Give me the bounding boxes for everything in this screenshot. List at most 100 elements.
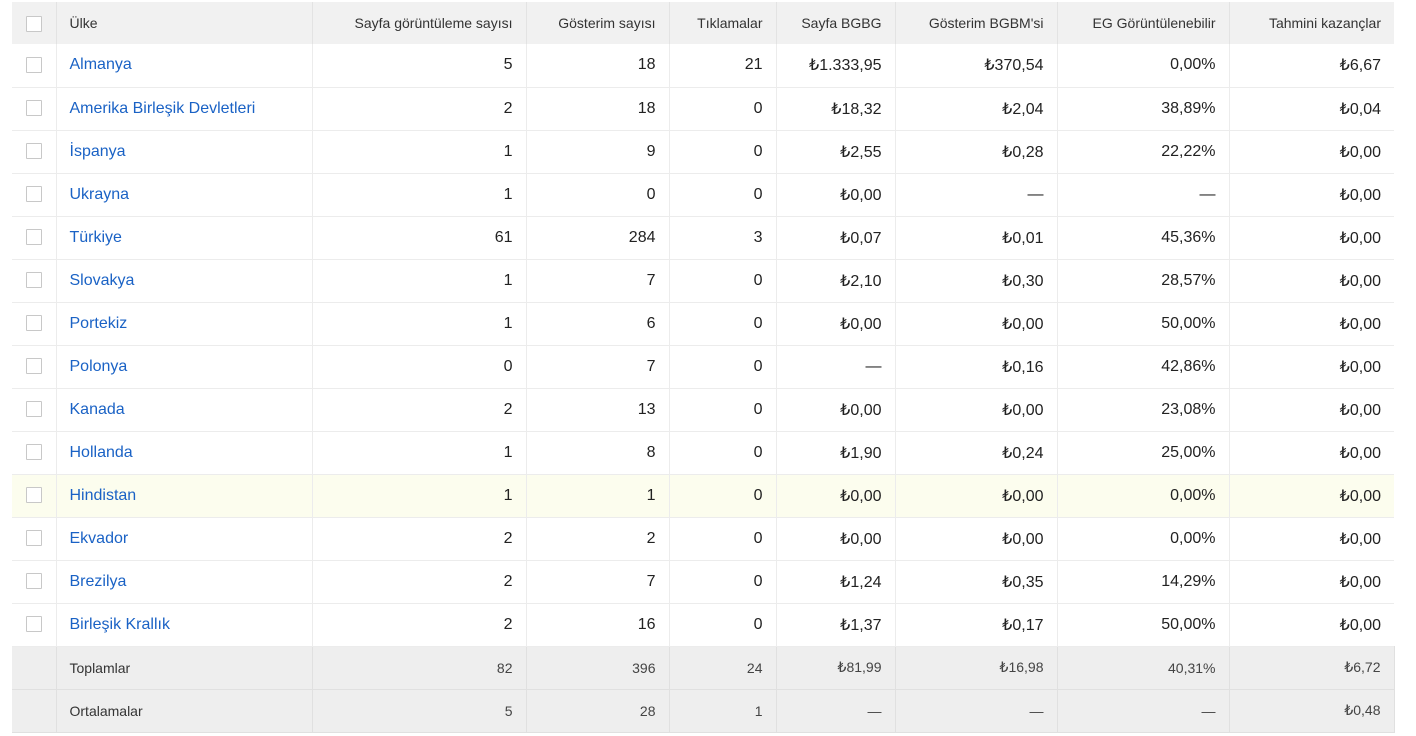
table-row[interactable]: Ekvador 2 2 0 ₺0,00 ₺0,00 0,00% ₺0,00	[12, 517, 1394, 560]
row-checkbox-cell[interactable]	[12, 216, 57, 259]
country-link[interactable]: Slovakya	[70, 272, 135, 289]
country-link[interactable]: Ekvador	[70, 530, 129, 547]
column-header-earnings[interactable]: Tahmini kazançlar	[1229, 2, 1394, 44]
table-row[interactable]: Türkiye 61 284 3 ₺0,07 ₺0,01 45,36% ₺0,00	[12, 216, 1394, 259]
column-header-impressions[interactable]: Gösterim sayısı	[526, 2, 670, 44]
column-header-clicks[interactable]: Tıklamalar	[669, 2, 777, 44]
table-row[interactable]: Kanada 2 13 0 ₺0,00 ₺0,00 23,08% ₺0,00	[12, 388, 1394, 431]
row-checkbox[interactable]	[25, 229, 42, 246]
column-header-page-views[interactable]: Sayfa görüntüleme sayısı	[312, 2, 527, 44]
row-checkbox-cell[interactable]	[12, 259, 57, 302]
cell-impressions: 284	[526, 216, 670, 259]
table-row[interactable]: Hollanda 1 8 0 ₺1,90 ₺0,24 25,00% ₺0,00	[12, 431, 1394, 474]
row-checkbox-cell[interactable]	[12, 603, 57, 646]
row-checkbox-cell[interactable]	[12, 474, 57, 517]
row-checkbox-cell[interactable]	[12, 130, 57, 173]
table-row[interactable]: Ukrayna 1 0 0 ₺0,00— — ₺0,00	[12, 173, 1394, 216]
cell-clicks: 0	[669, 259, 777, 302]
column-header-country[interactable]: Ülke	[56, 2, 313, 44]
country-link[interactable]: İspanya	[70, 143, 126, 160]
cell-country: Birleşik Krallık	[56, 603, 313, 646]
cell-country: Ukrayna	[56, 173, 313, 216]
country-link[interactable]: Polonya	[70, 358, 128, 375]
cell-country: Amerika Birleşik Devletleri	[56, 87, 313, 130]
cell-page-views: 1	[312, 431, 527, 474]
select-all-checkbox-cell[interactable]	[12, 2, 57, 44]
column-header-viewability[interactable]: EG Görüntülenebilir	[1057, 2, 1230, 44]
cell-viewability: 28,57%	[1057, 259, 1230, 302]
country-link[interactable]: Türkiye	[70, 229, 122, 246]
cell-page-rpm: ₺1.333,95	[776, 44, 896, 87]
cell-page-rpm: ₺1,90	[776, 431, 896, 474]
row-checkbox[interactable]	[25, 186, 42, 203]
cell-page-rpm: ₺1,24	[776, 560, 896, 603]
row-checkbox[interactable]	[25, 530, 42, 547]
cell-impression-rpm: ₺0,00	[895, 474, 1058, 517]
table-row[interactable]: Polonya 0 7 0— ₺0,16 42,86% ₺0,00	[12, 345, 1394, 388]
row-checkbox-cell[interactable]	[12, 431, 57, 474]
cell-impressions: 8	[526, 431, 670, 474]
cell-earnings: ₺0,00	[1339, 401, 1381, 419]
cell-clicks: 3	[669, 216, 777, 259]
row-checkbox-cell[interactable]	[12, 87, 57, 130]
row-checkbox[interactable]	[25, 272, 42, 289]
row-checkbox-cell[interactable]	[12, 388, 57, 431]
row-checkbox-cell[interactable]	[12, 173, 57, 216]
cell-earnings: ₺0,00	[1339, 143, 1381, 161]
row-checkbox-cell[interactable]	[12, 517, 57, 560]
cell-page-rpm: —	[776, 345, 896, 388]
row-checkbox[interactable]	[25, 444, 42, 461]
table-row[interactable]: Birleşik Krallık 2 16 0 ₺1,37 ₺0,17 50,00% ₺0,0…	[12, 603, 1394, 646]
totals-label: Toplamlar	[56, 646, 313, 689]
country-link[interactable]: Amerika Birleşik Devletleri	[70, 100, 256, 117]
table-row[interactable]: Portekiz 1 6 0 ₺0,00 ₺0,00 50,00% ₺0,00	[12, 302, 1394, 345]
cell-earnings: ₺0,00	[1339, 573, 1381, 591]
country-link[interactable]: Almanya	[70, 56, 132, 73]
averages-impressions: 28	[526, 689, 670, 732]
cell-earnings: ₺0,00	[1339, 315, 1381, 333]
cell-page-views: 2	[312, 560, 527, 603]
cell-page-rpm: ₺0,00	[776, 173, 896, 216]
select-all-checkbox[interactable]	[25, 15, 42, 32]
cell-impression-rpm: ₺0,35	[895, 560, 1058, 603]
row-checkbox[interactable]	[25, 315, 42, 332]
country-link[interactable]: Birleşik Krallık	[70, 616, 170, 633]
totals-check-cell	[12, 646, 57, 689]
row-checkbox[interactable]	[25, 487, 42, 504]
table-row[interactable]: Hindistan 1 1 0 ₺0,00 ₺0,00 0,00% ₺0,00	[12, 474, 1394, 517]
row-checkbox-cell[interactable]	[12, 44, 57, 87]
totals-impressions: 396	[526, 646, 670, 689]
country-link[interactable]: Hindistan	[70, 487, 137, 504]
cell-country: Slovakya	[56, 259, 313, 302]
row-checkbox-cell[interactable]	[12, 302, 57, 345]
row-checkbox-cell[interactable]	[12, 345, 57, 388]
row-checkbox[interactable]	[25, 57, 42, 74]
cell-viewability: 22,22%	[1057, 130, 1230, 173]
cell-viewability: 0,00%	[1057, 44, 1230, 87]
cell-country: Brezilya	[56, 560, 313, 603]
country-link[interactable]: Brezilya	[70, 573, 127, 590]
row-checkbox[interactable]	[25, 358, 42, 375]
table-row[interactable]: Brezilya 2 7 0 ₺1,24 ₺0,35 14,29% ₺0,00	[12, 560, 1394, 603]
table-row[interactable]: İspanya 1 9 0 ₺2,55 ₺0,28 22,22% ₺0,00	[12, 130, 1394, 173]
row-checkbox[interactable]	[25, 401, 42, 418]
row-checkbox[interactable]	[25, 100, 42, 117]
row-checkbox[interactable]	[25, 573, 42, 590]
column-header-page-rpm[interactable]: Sayfa BGBG	[776, 2, 896, 44]
row-checkbox-cell[interactable]	[12, 560, 57, 603]
country-link[interactable]: Ukrayna	[70, 186, 130, 203]
table-row[interactable]: Slovakya 1 7 0 ₺2,10 ₺0,30 28,57% ₺0,00	[12, 259, 1394, 302]
table-row[interactable]: Amerika Birleşik Devletleri 2 18 0 ₺18,32 ₺2,…	[12, 87, 1394, 130]
cell-viewability: 0,00%	[1057, 474, 1230, 517]
country-link[interactable]: Portekiz	[70, 315, 128, 332]
country-link[interactable]: Hollanda	[70, 444, 133, 461]
row-checkbox[interactable]	[25, 616, 42, 633]
row-checkbox[interactable]	[25, 143, 42, 160]
cell-impressions: 2	[526, 517, 670, 560]
column-header-impression-rpm[interactable]: Gösterim BGBM'si	[895, 2, 1058, 44]
cell-impression-rpm: ₺2,04	[895, 87, 1058, 130]
cell-viewability: 42,86%	[1057, 345, 1230, 388]
country-link[interactable]: Kanada	[70, 401, 125, 418]
cell-earnings: ₺0,00	[1339, 358, 1381, 376]
table-row[interactable]: Almanya 5 18 21 ₺1.333,95 ₺370,54 0,00% ₺6,67	[12, 44, 1394, 87]
